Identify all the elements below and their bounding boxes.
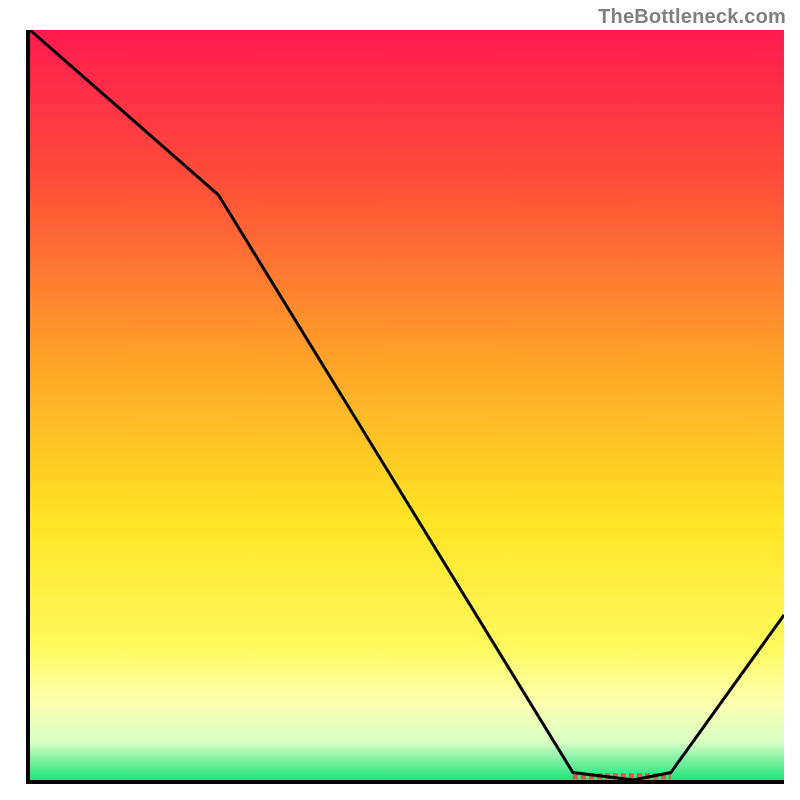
attribution-label: TheBottleneck.com [598,6,786,29]
chart-svg [26,30,784,784]
chart-background [30,30,784,780]
bottleneck-chart [26,30,784,784]
